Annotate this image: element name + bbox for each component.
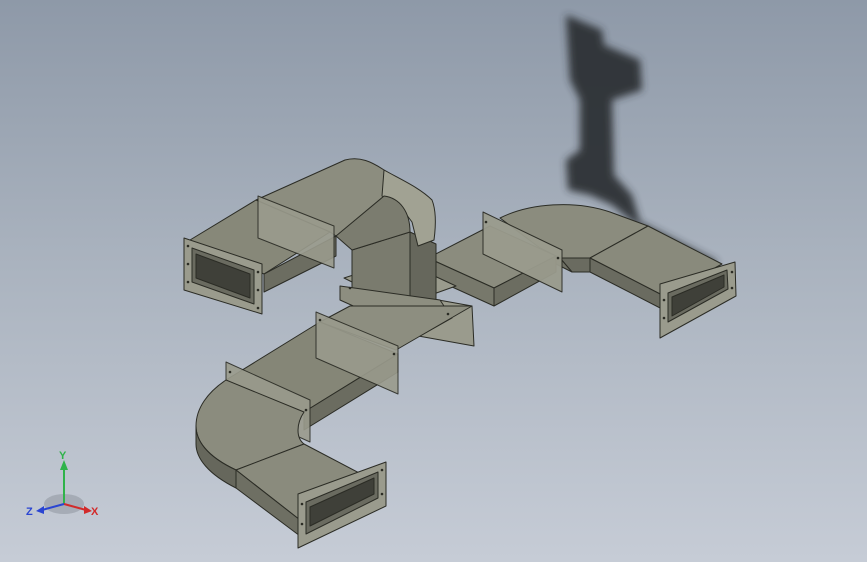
y-axis-label: Y [59,450,67,462]
z-axis-arrow [36,506,44,514]
x-axis-label: X [91,506,99,518]
model-scene[interactable] [0,0,867,562]
graphics-viewport[interactable]: Y X Z [0,0,867,562]
view-orientation-triad[interactable]: Y X Z [22,448,106,524]
z-axis-label: Z [26,506,33,518]
